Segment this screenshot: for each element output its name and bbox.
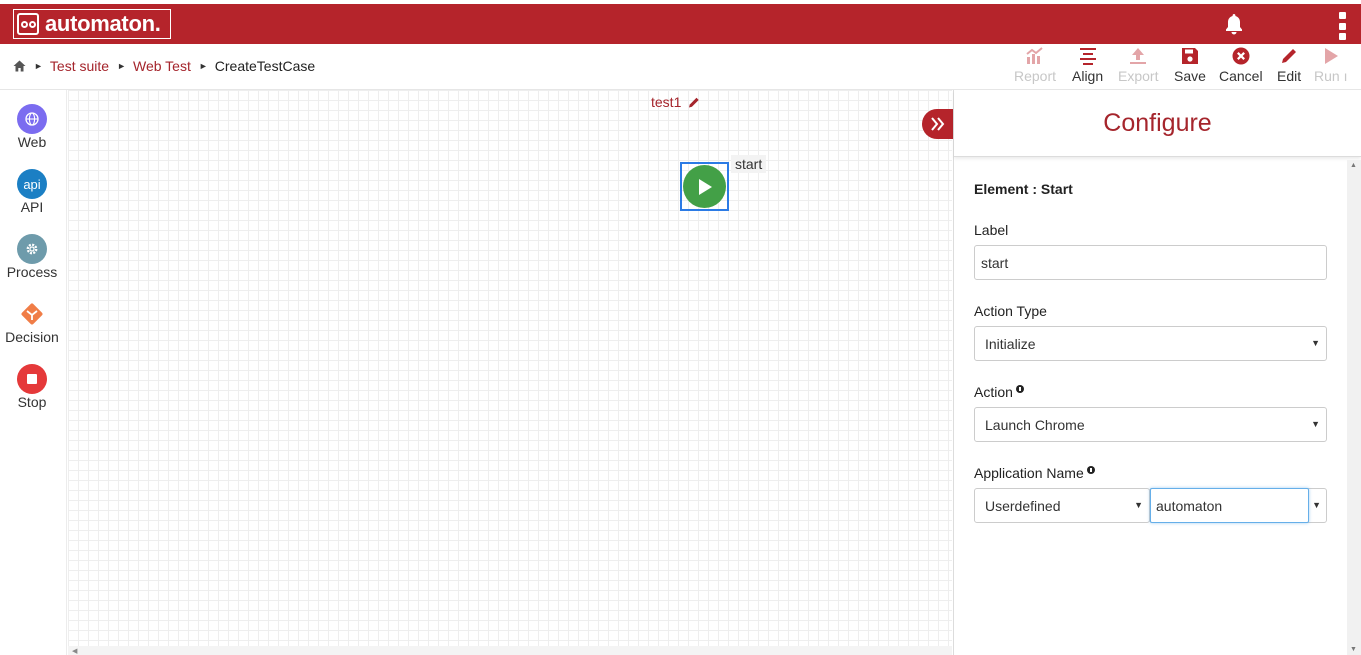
palette-decision-label: Decision xyxy=(5,329,59,345)
export-button[interactable]: Export xyxy=(1118,46,1158,86)
run-button[interactable]: Run ı xyxy=(1314,46,1347,86)
caret-down-icon: ▼ xyxy=(1311,338,1320,348)
scroll-down-arrow-icon[interactable]: ▼ xyxy=(1350,646,1357,653)
upload-icon xyxy=(1127,46,1149,66)
configure-panel: Configure Element : Start Label start Ac… xyxy=(953,90,1361,655)
action-title: Action xyxy=(974,384,1024,400)
breadcrumb-web-test[interactable]: Web Test xyxy=(133,58,191,74)
flow-canvas[interactable] xyxy=(68,90,952,646)
action-type-select[interactable]: Initialize ▼ xyxy=(974,326,1327,361)
app-logo[interactable]: automaton. xyxy=(13,9,171,39)
edit-button[interactable]: Edit xyxy=(1277,46,1301,86)
palette-web-label: Web xyxy=(17,134,47,150)
save-button[interactable]: Save xyxy=(1174,46,1206,86)
application-name-input[interactable]: automaton xyxy=(1150,488,1309,523)
double-chevron-right-icon xyxy=(931,117,945,131)
palette-process[interactable]: Process xyxy=(0,234,64,280)
palette-decision[interactable]: Decision xyxy=(0,299,64,345)
breadcrumb-separator-icon: ► xyxy=(117,61,126,71)
cancel-x-circle-icon xyxy=(1230,46,1252,66)
panel-title: Configure xyxy=(1103,108,1212,137)
pencil-icon xyxy=(1278,46,1300,66)
more-menu-icon[interactable] xyxy=(1336,12,1348,40)
palette-api-label: API xyxy=(20,199,44,215)
info-icon[interactable] xyxy=(1086,466,1095,474)
align-label: Align xyxy=(1072,68,1104,84)
application-name-title: Application Name xyxy=(974,465,1095,481)
top-app-bar: automaton. xyxy=(0,4,1361,44)
report-label: Report xyxy=(1014,68,1057,84)
label-input-value: start xyxy=(981,254,1009,271)
label-field-title: Label xyxy=(974,222,1009,238)
panel-vertical-scrollbar[interactable]: ▲ ▼ xyxy=(1347,160,1361,655)
collapse-panel-button[interactable] xyxy=(922,109,954,139)
caret-down-icon[interactable]: ▼ xyxy=(1312,500,1321,510)
application-name-title-text: Application Name xyxy=(974,465,1084,481)
run-label: Run ı xyxy=(1314,68,1348,84)
home-icon[interactable] xyxy=(13,60,26,72)
start-node-label: start xyxy=(731,155,767,173)
scroll-left-arrow-icon[interactable]: ◀ xyxy=(72,647,77,655)
application-name-type-value: Userdefined xyxy=(985,497,1061,514)
export-label: Export xyxy=(1118,68,1159,84)
action-title-text: Action xyxy=(974,384,1013,400)
action-select[interactable]: Launch Chrome ▼ xyxy=(974,407,1327,442)
gear-icon xyxy=(17,234,47,264)
robot-logo-icon xyxy=(17,13,39,35)
globe-icon xyxy=(17,104,47,134)
decision-diamond-icon xyxy=(17,299,47,329)
panel-header: Configure xyxy=(954,90,1361,157)
bell-icon[interactable] xyxy=(1222,12,1246,36)
palette-api[interactable]: api API xyxy=(0,169,64,215)
save-label: Save xyxy=(1174,68,1206,84)
breadcrumb-separator-icon: ► xyxy=(34,61,43,71)
canvas-horizontal-scrollbar[interactable]: ◀ xyxy=(68,646,952,655)
report-chart-icon xyxy=(1024,46,1046,66)
breadcrumb: ► Test suite ► Web Test ► CreateTestCase xyxy=(13,58,315,74)
align-button[interactable]: Align xyxy=(1072,46,1103,86)
report-button[interactable]: Report xyxy=(1014,46,1056,86)
align-icon xyxy=(1077,46,1099,66)
caret-down-icon: ▼ xyxy=(1311,419,1320,429)
test-name: test1 xyxy=(651,94,682,110)
start-node[interactable] xyxy=(680,162,729,211)
cancel-label: Cancel xyxy=(1219,68,1263,84)
stop-icon xyxy=(17,364,47,394)
scroll-up-arrow-icon[interactable]: ▲ xyxy=(1350,162,1357,169)
floppy-disk-icon xyxy=(1179,46,1201,66)
test-name-title[interactable]: test1 xyxy=(651,94,701,110)
api-icon: api xyxy=(17,169,47,199)
logo-text: automaton. xyxy=(45,11,161,36)
play-icon xyxy=(1320,46,1342,66)
palette-stop-label: Stop xyxy=(17,394,47,410)
caret-down-icon: ▼ xyxy=(1134,500,1143,510)
breadcrumb-separator-icon: ► xyxy=(198,61,208,71)
action-value: Launch Chrome xyxy=(985,416,1085,433)
start-play-icon xyxy=(683,165,726,208)
action-type-title: Action Type xyxy=(974,303,1047,319)
palette-stop[interactable]: Stop xyxy=(0,364,64,410)
palette-process-label: Process xyxy=(6,264,58,280)
action-type-value: Initialize xyxy=(985,335,1036,352)
application-name-combobox[interactable]: automaton ▼ xyxy=(1149,488,1327,523)
cancel-button[interactable]: Cancel xyxy=(1219,46,1263,86)
edit-label: Edit xyxy=(1277,68,1302,84)
application-name-value: automaton xyxy=(1156,497,1223,514)
breadcrumb-test-suite[interactable]: Test suite xyxy=(50,58,109,74)
info-icon[interactable] xyxy=(1015,385,1024,393)
element-type-heading: Element : Start xyxy=(974,181,1073,197)
label-input[interactable]: start xyxy=(974,245,1327,280)
application-name-type-select[interactable]: Userdefined ▼ xyxy=(974,488,1150,523)
element-palette: Web api API Process Decision Stop xyxy=(0,90,67,655)
palette-web[interactable]: Web xyxy=(0,104,64,150)
breadcrumb-current: CreateTestCase xyxy=(214,58,316,74)
edit-name-pencil-icon[interactable] xyxy=(687,95,701,109)
